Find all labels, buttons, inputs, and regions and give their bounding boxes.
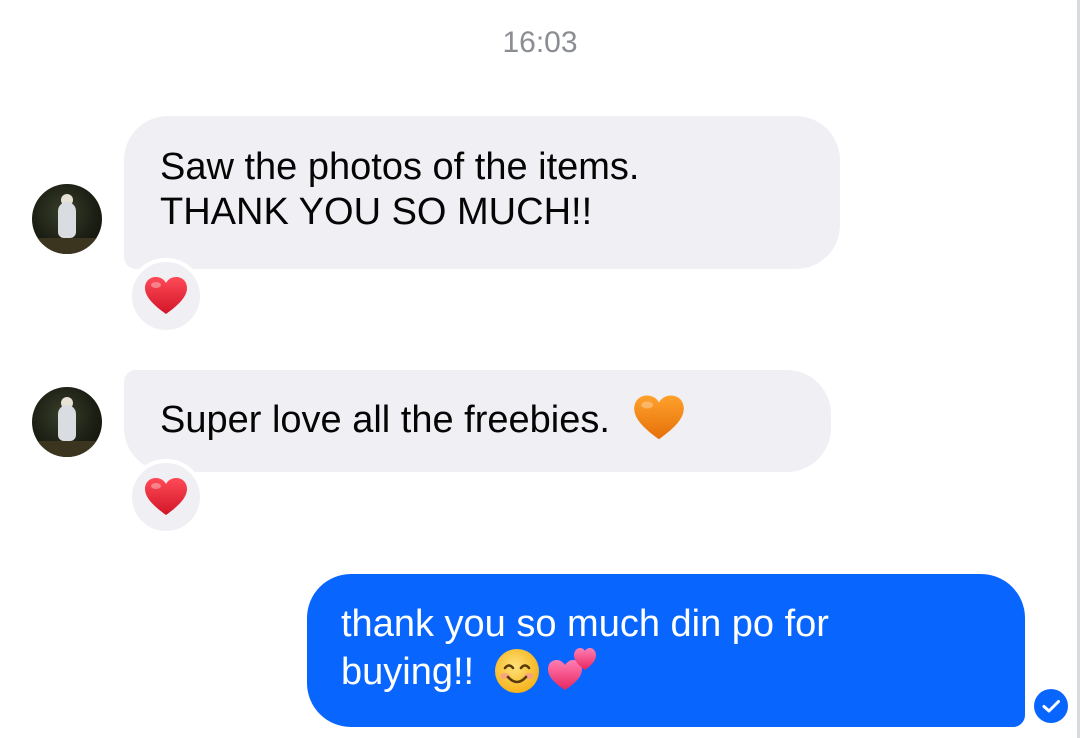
outgoing-message-bubble[interactable]: thank you so much din po for buying!! bbox=[307, 574, 1025, 727]
red-heart-icon bbox=[145, 277, 187, 314]
red-heart-icon bbox=[145, 478, 187, 515]
message-text-line: buying!! bbox=[341, 651, 475, 693]
message-text: Super love all the freebies. bbox=[160, 399, 610, 441]
two-hearts-icon bbox=[548, 647, 597, 690]
message-text-line: thank you so much din po for bbox=[341, 603, 829, 645]
orange-heart-icon bbox=[633, 395, 684, 440]
incoming-message-bubble[interactable]: Saw the photos of the items. THANK YOU S… bbox=[124, 116, 840, 269]
contact-avatar[interactable] bbox=[32, 184, 102, 254]
contact-avatar[interactable] bbox=[32, 387, 102, 457]
message-text-line: Saw the photos of the items. bbox=[160, 146, 640, 188]
smiling-face-icon bbox=[494, 648, 539, 693]
checkmark-icon bbox=[1042, 700, 1060, 713]
message-timestamp: 16:03 bbox=[502, 26, 578, 59]
incoming-message-bubble[interactable]: Super love all the freebies. bbox=[124, 370, 831, 472]
sent-status-icon bbox=[1034, 689, 1068, 723]
reaction-badge[interactable] bbox=[128, 459, 204, 535]
reaction-badge[interactable] bbox=[128, 258, 204, 334]
message-text-line: THANK YOU SO MUCH!! bbox=[160, 191, 593, 233]
